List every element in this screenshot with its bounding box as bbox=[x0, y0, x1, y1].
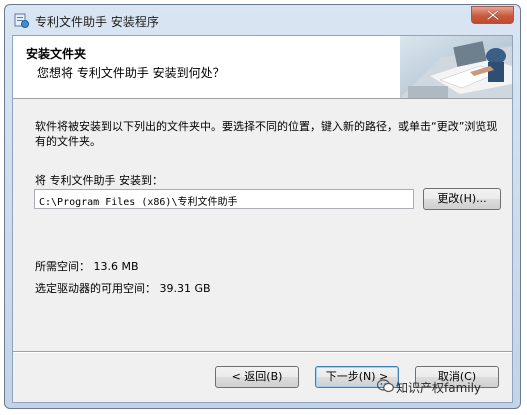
installer-icon bbox=[14, 13, 29, 28]
back-button[interactable]: < 返回(B) bbox=[215, 366, 299, 388]
footer-divider bbox=[13, 351, 512, 353]
page-subtitle: 您想将 专利文件助手 安装到何处？ bbox=[37, 66, 225, 80]
wizard-header: 安装文件夹 您想将 专利文件助手 安装到何处？ bbox=[13, 36, 512, 99]
wechat-icon bbox=[377, 379, 394, 393]
install-description: 软件将被安装到以下列出的文件夹中。要选择不同的位置，键入新的路径，或单击“更改”… bbox=[35, 120, 498, 148]
install-path-field[interactable]: C:\Program Files (x86)\专利文件助手 bbox=[34, 189, 414, 209]
dialog-client-area: 安装文件夹 您想将 专利文件助手 安装到何处？ 软件将被安装到以下列出的文件夹中… bbox=[12, 35, 513, 403]
space-required-text: 所需空间： 13.6 MB bbox=[35, 260, 139, 273]
change-folder-button[interactable]: 更改(H)... bbox=[423, 188, 501, 210]
close-button[interactable] bbox=[471, 6, 514, 24]
install-folder-label: 将 专利文件助手 安装到： bbox=[35, 174, 163, 187]
page-title: 安装文件夹 bbox=[26, 47, 87, 61]
window-title: 专利文件助手 安装程序 bbox=[35, 15, 159, 29]
close-icon bbox=[487, 10, 499, 20]
installer-window: 专利文件助手 安装程序 安装文件夹 您想将 专利文件助手 安装到何处？ 软件将被… bbox=[4, 4, 521, 409]
header-banner-image bbox=[400, 36, 512, 98]
title-bar[interactable]: 专利文件助手 安装程序 bbox=[5, 5, 520, 35]
watermark-text: 知识产权family bbox=[396, 381, 482, 395]
space-available-text: 选定驱动器的可用空间： 39.31 GB bbox=[35, 282, 211, 295]
